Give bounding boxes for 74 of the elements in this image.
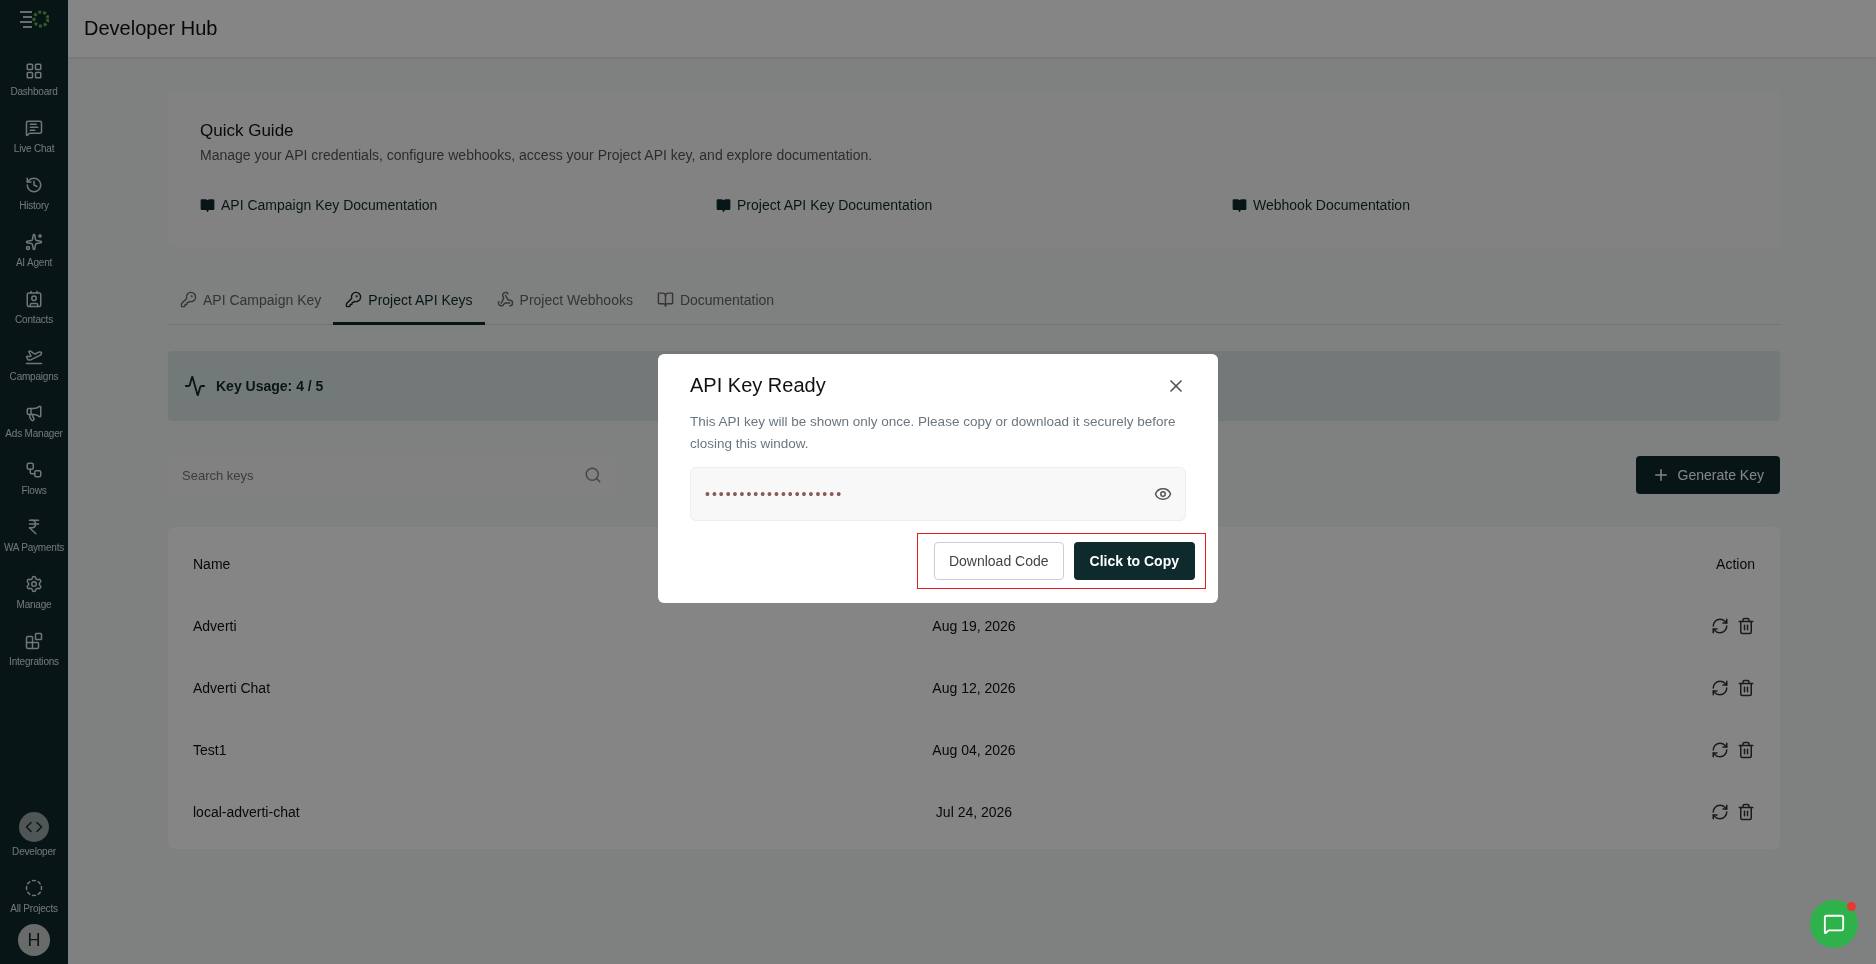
table-cell: Aug 19, 2026 [932, 618, 1016, 634]
table-cell: Aug 12, 2026 [932, 680, 1016, 696]
sidebar-item[interactable]: Ads Manager [0, 402, 68, 439]
flow-icon [25, 461, 43, 479]
card-description: Manage your API credentials, configure webhooks, access your Project API key, and explore documentation. [200, 147, 874, 163]
sidebar-item[interactable]: History [0, 174, 68, 211]
grid-icon [25, 62, 43, 80]
tab[interactable]: API Campaign Key [168, 279, 334, 325]
dialog-message: This API key will be shown only once. Please copy or download it securely before closing this window. [690, 413, 1177, 453]
history-icon [25, 176, 43, 194]
download-code-button[interactable]: Download Code [933, 542, 1064, 580]
plane-icon [25, 347, 43, 365]
book-icon [656, 291, 674, 308]
key-icon [180, 291, 197, 308]
ring-icon [25, 879, 43, 897]
gear-icon [25, 575, 43, 593]
sidebar-item[interactable]: Live Chat [0, 117, 68, 154]
refresh-icon[interactable] [1711, 679, 1729, 697]
sidebar-item[interactable]: Contacts [0, 288, 68, 325]
sidebar-item[interactable]: Developer [0, 812, 68, 857]
megaphone-icon [25, 404, 43, 422]
generate-key-button[interactable]: Generate Key [1635, 456, 1780, 494]
user-avatar[interactable]: H [18, 924, 50, 956]
page-title: Developer Hub [84, 17, 218, 40]
refresh-icon[interactable] [1711, 617, 1729, 635]
sidebar-item[interactable]: Integrations [0, 630, 68, 667]
column-header: Action [1716, 556, 1755, 572]
pulse-icon [184, 375, 206, 397]
doc-link[interactable]: API Campaign Key Documentation [200, 197, 716, 213]
tab[interactable]: Project Webhooks [484, 279, 645, 325]
book-icon [1232, 197, 1247, 213]
refresh-icon[interactable] [1711, 741, 1729, 759]
api-key-field[interactable]: •••••••••••••••••••• [690, 467, 1186, 521]
eye-icon[interactable] [1154, 485, 1172, 503]
book-icon [716, 197, 731, 213]
sidebar-item[interactable]: All Projects [0, 877, 68, 914]
refresh-icon[interactable] [1711, 803, 1729, 821]
trash-icon[interactable] [1737, 679, 1755, 697]
trash-icon[interactable] [1737, 803, 1755, 821]
sidebar-item[interactable]: WA Payments [0, 516, 68, 553]
card-title: Quick Guide [200, 121, 295, 141]
sidebar-item[interactable]: Manage [0, 573, 68, 610]
trash-icon[interactable] [1737, 741, 1755, 759]
copy-button[interactable]: Click to Copy [1073, 542, 1195, 580]
tab[interactable]: Documentation [644, 279, 787, 325]
table-cell: Aug 04, 2026 [932, 742, 1016, 758]
contact-card-icon [25, 290, 43, 308]
logo-icon [19, 8, 49, 30]
sidebar-item[interactable]: AI Agent [0, 231, 68, 268]
chat-widget-button[interactable] [1810, 900, 1858, 948]
tab[interactable]: Project API Keys [333, 279, 485, 325]
chat-icon [25, 119, 43, 137]
table-cell: Test1 [193, 742, 227, 758]
sidebar-item[interactable]: Campaigns [0, 345, 68, 382]
key-icon [345, 291, 363, 308]
unread-dot [1847, 902, 1856, 911]
doc-link[interactable]: Project API Key Documentation [716, 197, 1232, 213]
sidebar-item[interactable]: Flows [0, 459, 68, 496]
sidebar-item[interactable]: Dashboard [0, 60, 68, 97]
usage-label: Key Usage: 4 / 5 [216, 378, 324, 394]
chat-icon [1823, 913, 1845, 935]
table-cell: local-adverti-chat [193, 804, 300, 820]
table-cell: Adverti [193, 618, 237, 634]
doc-link[interactable]: Webhook Documentation [1232, 197, 1748, 213]
blocks-icon [25, 632, 43, 650]
webhook-icon [496, 291, 514, 308]
dialog-title: API Key Ready [690, 374, 826, 397]
search-icon [584, 466, 602, 484]
table-cell: Jul 24, 2026 [935, 804, 1013, 820]
table-cell: Adverti Chat [193, 680, 271, 696]
book-icon [200, 197, 215, 213]
sparkle-icon [25, 233, 43, 251]
trash-icon[interactable] [1737, 617, 1755, 635]
column-header: Name [193, 556, 231, 572]
